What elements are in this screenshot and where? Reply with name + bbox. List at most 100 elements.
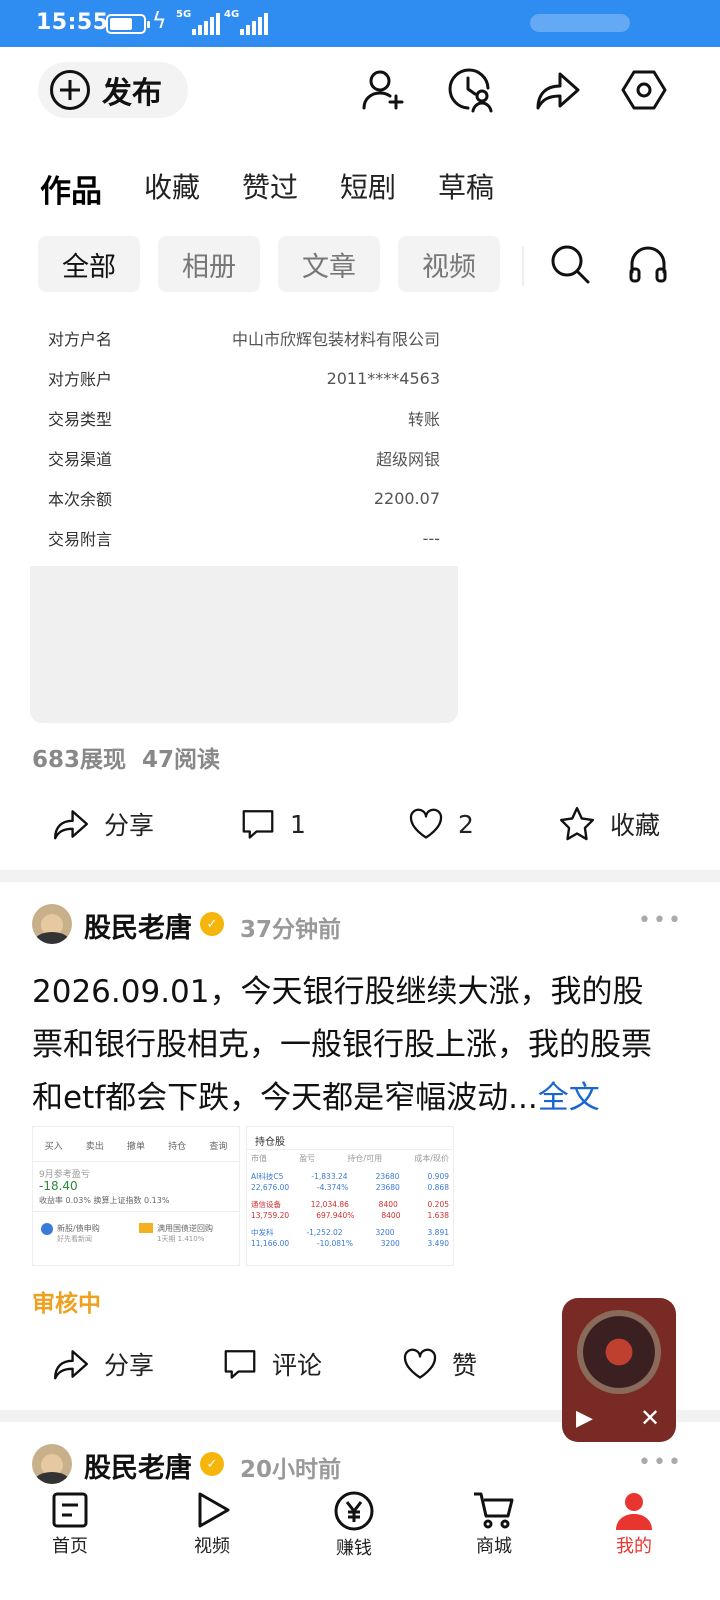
comment-icon	[224, 1350, 256, 1379]
txn-key: 对方账户	[48, 370, 113, 389]
thumb-tab: 买入	[44, 1142, 63, 1152]
share-label: 分享	[104, 811, 155, 840]
thumb-tab: 撤单	[126, 1142, 145, 1152]
thumb-tab: 卖出	[85, 1142, 104, 1152]
txn-row: 对方户名 中山市欣辉包装材料有限公司	[48, 318, 440, 358]
txn-key: 本次余额	[48, 490, 113, 509]
share-button[interactable]: 分享	[52, 794, 154, 854]
thumb-repo-sub: 1天期 1.410%	[157, 1235, 205, 1243]
nav-label: 首页	[52, 1536, 88, 1557]
tab-works[interactable]: 作品	[40, 166, 102, 211]
filter-video[interactable]: 视频	[398, 236, 500, 292]
nav-me[interactable]: 我的	[584, 1488, 684, 1558]
avatar[interactable]	[32, 904, 72, 944]
txn-value: 转账	[407, 410, 440, 429]
heart-icon	[409, 808, 443, 839]
author-name[interactable]: 股民老唐	[84, 1446, 192, 1485]
tab-favorites[interactable]: 收藏	[144, 166, 200, 211]
txn-row: 对方账户 2011****4563	[48, 358, 440, 398]
share-icon	[53, 810, 89, 840]
thumb-header: 持仓/可用	[347, 1154, 383, 1163]
txn-key: 交易附言	[48, 530, 113, 549]
verified-badge-icon: ✓	[200, 1452, 224, 1476]
thumb-holdings: AI科技C5 -1,833.24 23680 0.909 22,676.00 -4.37…	[251, 1171, 449, 1249]
home-icon	[52, 1492, 88, 1528]
txn-row: 交易渠道 超级网银	[48, 438, 440, 478]
nav-home[interactable]: 首页	[20, 1488, 120, 1558]
nav-label: 我的	[616, 1536, 652, 1557]
headphones-icon[interactable]	[626, 242, 670, 286]
post-text[interactable]: 2026.09.01，今天银行股继续大涨，我的股票和银行股相克，一般银行股上涨，…	[32, 966, 672, 1125]
thumb-tab: 查询	[209, 1142, 228, 1152]
favorite-button[interactable]: 收藏	[558, 794, 660, 854]
thumb-header: 市值	[251, 1154, 267, 1163]
share-icon	[53, 1350, 89, 1380]
mini-player[interactable]: ▶ ✕	[562, 1298, 676, 1442]
like-count: 2	[458, 809, 474, 839]
nav-video[interactable]: 视频	[162, 1488, 262, 1558]
yuan-icon	[334, 1491, 374, 1531]
thumb-row: 中发科 -1,252.02 3200 3.891	[251, 1228, 449, 1237]
like-button[interactable]: 赞	[402, 1334, 477, 1394]
txn-row: 本次余额 2200.07	[48, 478, 440, 518]
close-icon[interactable]: ✕	[640, 1404, 660, 1432]
post-time: 37分钟前	[240, 917, 342, 943]
signal-bars-icon	[192, 13, 220, 35]
comment-button[interactable]: 评论	[222, 1334, 322, 1394]
thumb-row: 11,166.00 -10.081% 3200 3.490	[251, 1239, 449, 1248]
like-button[interactable]: 2	[408, 794, 474, 854]
tab-liked[interactable]: 赞过	[242, 166, 298, 211]
nav-earn[interactable]: 赚钱	[304, 1488, 404, 1560]
thumb-ipo-sub: 好先看新闻	[57, 1235, 92, 1243]
comment-icon	[242, 810, 274, 839]
status-bar: 15:55 ϟ 5G 4G	[0, 0, 720, 47]
star-icon	[559, 806, 595, 841]
views-count: 683展现	[32, 747, 127, 773]
bottom-nav: 首页 视频 赚钱 商城 我的	[0, 1488, 720, 1600]
nav-mall[interactable]: 商城	[444, 1488, 544, 1558]
author-name[interactable]: 股民老唐	[84, 906, 192, 945]
add-friend-icon[interactable]	[360, 66, 408, 114]
search-icon[interactable]	[548, 242, 592, 286]
comment-count: 1	[290, 809, 306, 839]
play-icon[interactable]: ▶	[576, 1406, 593, 1431]
share-button[interactable]: 分享	[52, 1334, 154, 1394]
filter-article[interactable]: 文章	[278, 236, 380, 292]
filter-all[interactable]: 全部	[38, 236, 140, 292]
txn-value: 中山市欣辉包装材料有限公司	[231, 330, 440, 349]
tab-short-drama[interactable]: 短剧	[340, 166, 396, 211]
txn-value: 超级网银	[375, 450, 440, 469]
comment-label: 评论	[272, 1351, 323, 1380]
comment-button[interactable]: 1	[240, 794, 306, 854]
plus-circle-icon	[50, 70, 90, 110]
settings-icon[interactable]	[620, 66, 668, 114]
read-full-link[interactable]: 全文	[538, 1080, 600, 1116]
txn-row: 交易附言 ---	[48, 518, 440, 558]
thumb-header: 盈亏	[299, 1154, 316, 1163]
visitor-history-icon[interactable]	[446, 66, 494, 114]
thumb-row: 通信设备 12,034.86 8400 0.205	[251, 1200, 449, 1209]
avatar[interactable]	[32, 1444, 72, 1484]
transaction-details: 对方户名 中山市欣辉包装材料有限公司 对方账户 2011****4563 交易类型 转…	[48, 318, 440, 558]
txn-key: 交易渠道	[48, 450, 113, 469]
heart-icon	[403, 1348, 437, 1379]
post-image-thumbnail[interactable]: 持仓股 市值 盈亏 持仓/可用 成本/现价 AI科技C5 -1,833.24 236…	[246, 1126, 454, 1266]
publish-button[interactable]: 发布	[38, 62, 188, 118]
like-label: 赞	[452, 1351, 478, 1380]
favorite-label: 收藏	[610, 811, 661, 840]
nav-label: 视频	[194, 1536, 230, 1557]
post-image-thumbnail[interactable]: 买入 卖出 撤单 持仓 查询 9月参考盈亏 -18.40 收益率 0.03% 换…	[32, 1126, 240, 1266]
image-placeholder[interactable]	[30, 566, 458, 723]
thumb-header-row: 市值 盈亏 持仓/可用 成本/现价	[251, 1153, 449, 1164]
charging-icon: ϟ	[152, 9, 167, 34]
thumb-header: 成本/现价	[414, 1154, 449, 1163]
filter-album[interactable]: 相册	[158, 236, 260, 292]
status-time: 15:55	[36, 10, 109, 35]
more-options-icon[interactable]: •••	[638, 908, 683, 933]
thumb-tab: 持仓	[168, 1142, 187, 1152]
share-icon[interactable]	[534, 66, 582, 114]
reads-count: 47阅读	[142, 747, 221, 773]
more-options-icon[interactable]: •••	[638, 1450, 683, 1475]
share-label: 分享	[104, 1351, 155, 1380]
tab-drafts[interactable]: 草稿	[438, 166, 494, 211]
